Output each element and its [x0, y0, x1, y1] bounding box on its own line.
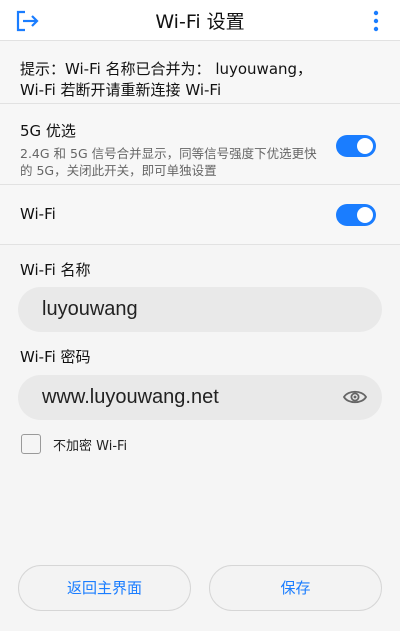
merge-notice: 提示：Wi-Fi 名称已合并为： luyouwang， Wi-Fi 若断开请重新… [0, 40, 400, 104]
wifi-name-label: Wi-Fi 名称 [20, 261, 91, 279]
setting-row-5g-preferred: 5G 优选 2.4G 和 5G 信号合并显示，同等信号强度下优选更快的 5G，关… [0, 104, 400, 185]
wifi-name-input[interactable] [18, 287, 382, 332]
setting-row-wifi: Wi-Fi [0, 185, 400, 245]
wifi-toggle[interactable] [336, 204, 376, 226]
top-bar: Wi-Fi 设置 [0, 0, 400, 40]
notice-line-1: 提示：Wi-Fi 名称已合并为： luyouwang， [20, 60, 313, 78]
eye-icon[interactable] [343, 388, 367, 406]
five-g-label: 5G 优选 [20, 122, 76, 140]
no-encrypt-checkbox[interactable] [21, 434, 41, 454]
save-button[interactable]: 保存 [209, 565, 382, 611]
five-g-description: 2.4G 和 5G 信号合并显示，同等信号强度下优选更快的 5G，关闭此开关，即… [20, 146, 317, 178]
toggle-knob [357, 207, 373, 223]
notice-line-2: Wi-Fi 若断开请重新连接 Wi-Fi [20, 81, 222, 99]
no-encrypt-label: 不加密 Wi-Fi [53, 439, 128, 454]
five-g-toggle[interactable] [336, 135, 376, 157]
toggle-knob [357, 138, 373, 154]
wifi-label: Wi-Fi [20, 205, 56, 223]
wifi-password-input[interactable] [18, 375, 382, 420]
wifi-password-label: Wi-Fi 密码 [20, 348, 91, 366]
page-title: Wi-Fi 设置 [155, 11, 245, 33]
back-to-home-button[interactable]: 返回主界面 [18, 565, 191, 611]
more-vertical-icon[interactable] [372, 10, 380, 32]
